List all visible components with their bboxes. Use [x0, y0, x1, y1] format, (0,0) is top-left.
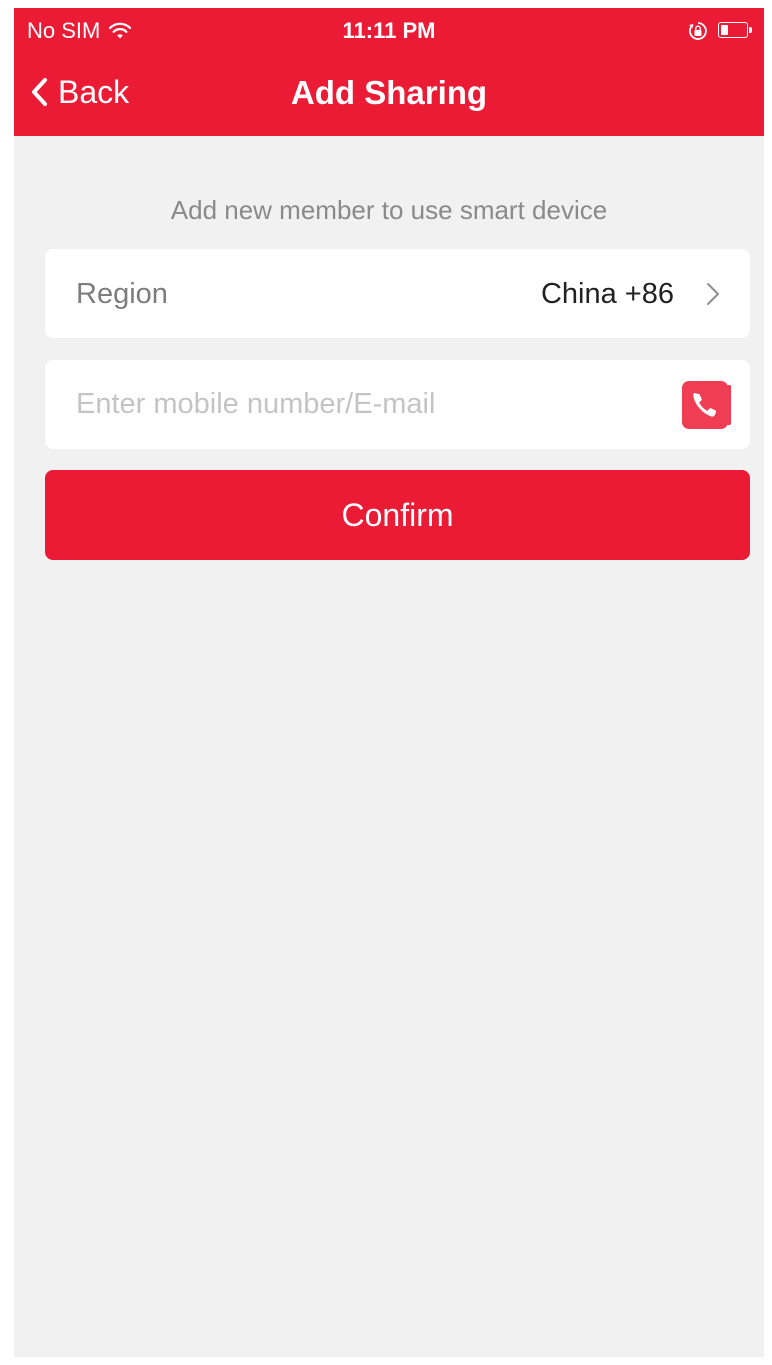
contact-field-row [45, 360, 750, 449]
mobile-email-input[interactable] [76, 360, 656, 449]
app-screen: No SIM 11:11 PM Back Add Sharing Add new… [14, 8, 764, 1357]
battery-icon [718, 22, 754, 40]
confirm-button[interactable]: Confirm [45, 470, 750, 560]
navigation-bar: Back Add Sharing [14, 48, 764, 136]
contacts-phone-icon[interactable] [682, 381, 732, 429]
top-bar: No SIM 11:11 PM Back Add Sharing [14, 8, 764, 136]
region-value: China +86 [540, 278, 674, 310]
region-label: Region [76, 278, 168, 310]
chevron-right-icon [707, 283, 719, 305]
page-title: Add Sharing [290, 74, 488, 111]
region-selector[interactable]: Region China +86 [45, 249, 750, 338]
status-bar: No SIM 11:11 PM [14, 8, 764, 48]
status-time: 11:11 PM [342, 18, 436, 43]
status-indicators [688, 18, 754, 44]
orientation-lock-icon [689, 22, 707, 40]
instruction-text: Add new member to use smart device [170, 195, 608, 225]
